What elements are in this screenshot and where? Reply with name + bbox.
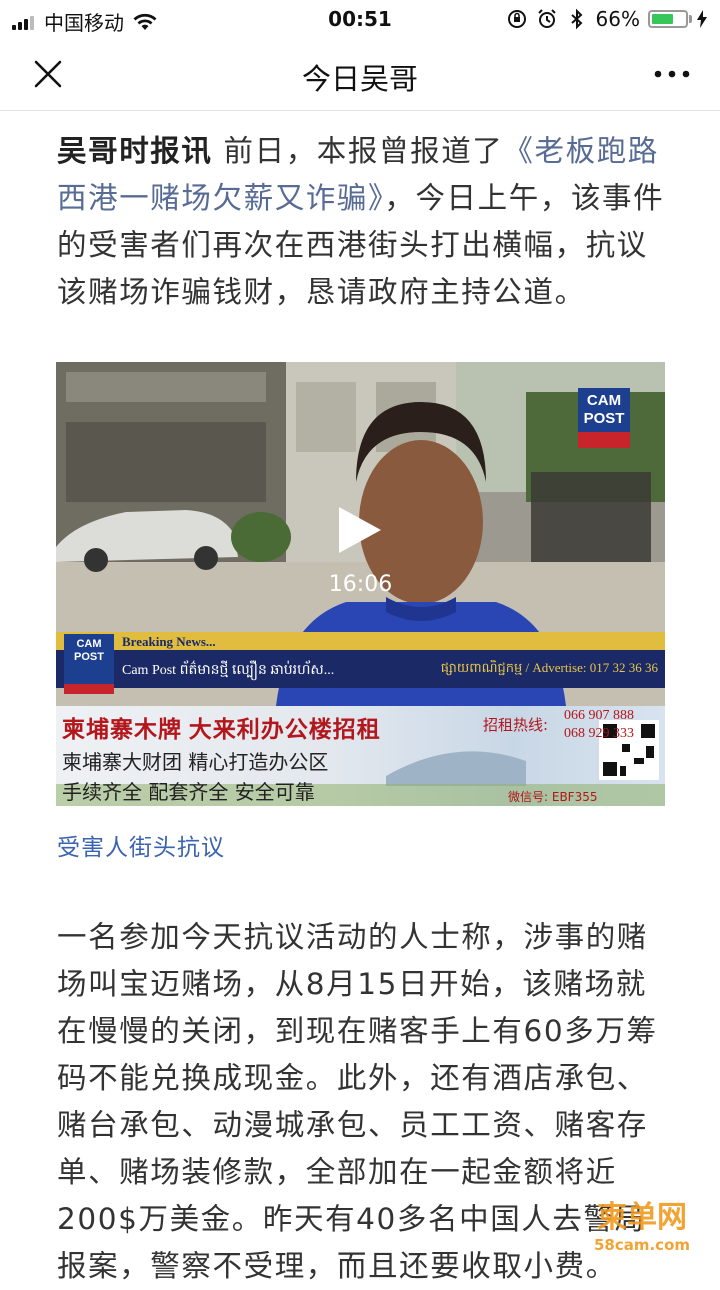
ad-wechat: 微信号: EBF355 [508, 790, 598, 804]
battery-percent: 66% [595, 7, 640, 31]
video-player[interactable]: CAM POST 16:06 Breaking News... Cam Post… [56, 362, 665, 706]
lead-text-1: 前日，本报曾报道了 [212, 134, 504, 168]
bluetooth-icon [570, 8, 583, 30]
status-right: 66% [498, 7, 708, 31]
lead-bold: 吴哥时报讯 [57, 134, 213, 168]
charging-bolt-icon [697, 10, 707, 28]
nav-bar: 今日吴哥 [0, 38, 720, 111]
page-title: 今日吴哥 [301, 62, 418, 96]
ticker-text: Cam Post ព័ត៌មានថ្មី ល្បឿន ឆាប់រហ័ស... [122, 663, 335, 678]
video-small-logo: CAM POST [66, 638, 112, 664]
ad-phone-2: 068 929 333 [564, 726, 634, 741]
watermark-title: 柬单网 [597, 1200, 687, 1235]
battery-icon [648, 10, 688, 28]
video-caption: 受害人街头抗议 [57, 835, 225, 861]
site-watermark: 柬单网 58cam.com [582, 1192, 702, 1260]
more-icon[interactable] [652, 64, 692, 84]
video-duration: 16:06 [328, 572, 393, 597]
advertise-text: ផ្សាយពាណិជ្ជកម្ម / Advertise: 017 32 36 … [440, 660, 658, 675]
ad-headline: 柬埔寨木牌 大来利办公楼招租 [62, 717, 381, 742]
lead-paragraph: 吴哥时报讯 前日，本报曾报道了《老板跑路西港一赌场欠薪又诈骗》，今日上午，该事件… [57, 128, 667, 316]
ad-phone-1: 066 907 888 [564, 708, 634, 723]
alarm-icon [537, 9, 556, 28]
breaking-news-label: Breaking News... [122, 634, 216, 649]
video-logo: CAM POST [580, 392, 628, 428]
status-bar: 中国移动 00:51 66% [0, 0, 720, 38]
ad-hotline-label: 招租热线: [483, 716, 549, 734]
small-logo-line-2: POST [74, 651, 104, 663]
battery-tip [689, 15, 692, 23]
watermark-url: 58cam.com [593, 1236, 691, 1254]
rotation-lock-icon [507, 10, 526, 28]
logo-line-1: CAM [586, 392, 622, 409]
ad-line-2: 柬埔寨大财团 精心打造办公区 [62, 750, 329, 774]
ad-line-3: 手续齐全 配套齐全 安全可靠 [62, 780, 315, 804]
ad-banner[interactable]: 柬埔寨木牌 大来利办公楼招租 柬埔寨大财团 精心打造办公区 手续齐全 配套齐全 … [56, 706, 665, 806]
video-thumbnail [56, 362, 665, 706]
body-paragraph: 一名参加今天抗议活动的人士称，涉事的赌场叫宝迈赌场，从8月15日开始，该赌场就在… [57, 920, 658, 1283]
logo-line-2: POST [583, 410, 625, 427]
small-logo-line-1: CAM [76, 638, 102, 650]
